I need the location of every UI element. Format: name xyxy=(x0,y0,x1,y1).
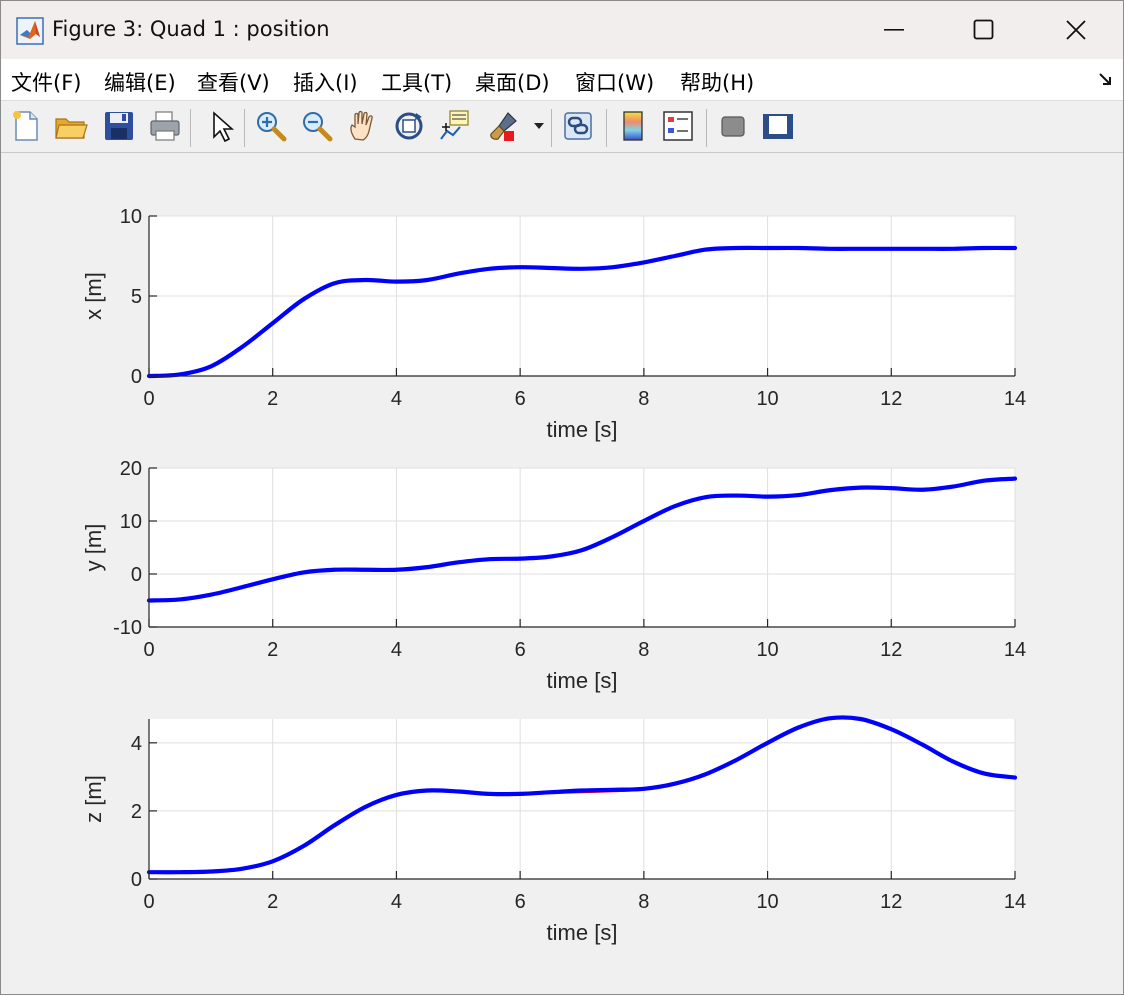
rotate-3d-icon[interactable] xyxy=(392,109,426,143)
x-tick-label: 12 xyxy=(880,388,902,410)
x-tick-label: 2 xyxy=(267,891,278,913)
show-plot-tools-icon[interactable] xyxy=(761,109,795,143)
axes-1[interactable]: 0 2 4 6 8 10 12 14 0 5 10 time [s] x [m] xyxy=(81,206,1026,442)
save-icon[interactable] xyxy=(102,109,136,143)
open-file-icon[interactable] xyxy=(54,109,88,143)
toolbar-separator xyxy=(706,109,707,147)
x-axis-label: time [s] xyxy=(547,417,618,442)
maximize-button[interactable] xyxy=(938,1,1030,59)
zoom-out-icon[interactable] xyxy=(300,109,334,143)
x-tick-label: 10 xyxy=(756,388,778,410)
menu-edit[interactable]: 编辑(E) xyxy=(104,67,176,97)
toolbar-separator xyxy=(606,109,607,147)
x-tick-label: 4 xyxy=(391,639,402,661)
menu-help[interactable]: 帮助(H) xyxy=(680,67,754,97)
new-figure-icon[interactable] xyxy=(9,109,43,143)
close-button[interactable] xyxy=(1030,1,1122,59)
x-tick-label: 0 xyxy=(143,388,154,410)
x-tick-label: 8 xyxy=(638,388,649,410)
title-bar[interactable]: Figure 3: Quad 1 : position xyxy=(1,1,1123,59)
menu-desktop[interactable]: 桌面(D) xyxy=(475,67,550,97)
y-tick-label: 10 xyxy=(120,511,142,533)
y-tick-label: 5 xyxy=(131,286,142,308)
toolbar-separator xyxy=(244,109,245,147)
x-tick-label: 8 xyxy=(638,639,649,661)
y-tick-label: -10 xyxy=(113,617,142,639)
minimize-icon xyxy=(884,29,904,31)
menu-insert[interactable]: 插入(I) xyxy=(293,67,358,97)
y-axis-label: z [m] xyxy=(81,775,106,823)
x-tick-label: 4 xyxy=(391,891,402,913)
x-axis-label: time [s] xyxy=(547,920,618,945)
minimize-button[interactable] xyxy=(848,1,940,59)
y-tick-label: 0 xyxy=(131,869,142,891)
edit-plot-arrow-icon[interactable] xyxy=(204,109,238,143)
legend-icon[interactable] xyxy=(661,109,695,143)
window-title: Figure 3: Quad 1 : position xyxy=(52,17,330,41)
x-tick-label: 0 xyxy=(143,891,154,913)
x-tick-label: 12 xyxy=(880,891,902,913)
axes-3[interactable]: 0 2 4 6 8 10 12 14 0 2 4 time [s] z [m] xyxy=(81,715,1026,945)
y-axis-label: y [m] xyxy=(81,524,106,572)
x-tick-label: 6 xyxy=(515,891,526,913)
menu-bar: 文件(F) 编辑(E) 查看(V) 插入(I) 工具(T) 桌面(D) 窗口(W… xyxy=(1,59,1123,101)
plots-container: 0 2 4 6 8 10 12 14 0 5 10 time [s] x [m] 0 2 4 6 8 10 12 14 -… xyxy=(81,206,1026,945)
y-tick-label: 4 xyxy=(131,733,142,755)
colorbar-icon[interactable] xyxy=(616,109,650,143)
y-tick-label: 0 xyxy=(131,366,142,388)
x-tick-label: 14 xyxy=(1004,639,1026,661)
y-axis-label: x [m] xyxy=(81,272,106,320)
x-tick-label: 4 xyxy=(391,388,402,410)
link-plot-icon[interactable] xyxy=(561,109,595,143)
x-axis-label: time [s] xyxy=(547,668,618,693)
axes-background xyxy=(149,468,1015,627)
y-tick-label: 10 xyxy=(120,206,142,228)
x-tick-label: 6 xyxy=(515,639,526,661)
toolbar-separator xyxy=(190,109,191,147)
pan-hand-icon[interactable] xyxy=(346,109,380,143)
brush-dropdown-icon[interactable] xyxy=(531,109,547,143)
axes-2[interactable]: 0 2 4 6 8 10 12 14-1001020time [s]y [m] xyxy=(81,458,1026,693)
x-tick-label: 12 xyxy=(880,639,902,661)
menu-file[interactable]: 文件(F) xyxy=(11,67,81,97)
brush-icon[interactable] xyxy=(486,109,520,143)
x-tick-label: 10 xyxy=(756,891,778,913)
x-tick-label: 2 xyxy=(267,388,278,410)
figure-toolbar xyxy=(1,101,1123,153)
hide-plot-tools-icon[interactable] xyxy=(716,109,750,143)
y-tick-label: 0 xyxy=(131,564,142,586)
x-tick-label: 14 xyxy=(1004,388,1026,410)
x-tick-label: 8 xyxy=(638,891,649,913)
x-tick-label: 6 xyxy=(515,388,526,410)
close-icon xyxy=(1066,20,1086,40)
x-tick-label: 14 xyxy=(1004,891,1026,913)
y-tick-label: 2 xyxy=(131,801,142,823)
maximize-icon xyxy=(973,19,994,40)
menu-view[interactable]: 查看(V) xyxy=(197,67,270,97)
data-cursor-icon[interactable] xyxy=(438,109,472,143)
y-tick-label: 20 xyxy=(120,458,142,480)
dock-arrow-icon[interactable] xyxy=(1098,72,1114,88)
menu-tools[interactable]: 工具(T) xyxy=(381,67,452,97)
toolbar-separator xyxy=(551,109,552,147)
x-tick-label: 10 xyxy=(756,639,778,661)
menu-window[interactable]: 窗口(W) xyxy=(575,67,654,97)
x-tick-label: 0 xyxy=(143,639,154,661)
zoom-in-icon[interactable] xyxy=(254,109,288,143)
x-tick-label: 2 xyxy=(267,639,278,661)
matlab-logo-icon xyxy=(16,17,44,45)
print-icon[interactable] xyxy=(148,109,182,143)
